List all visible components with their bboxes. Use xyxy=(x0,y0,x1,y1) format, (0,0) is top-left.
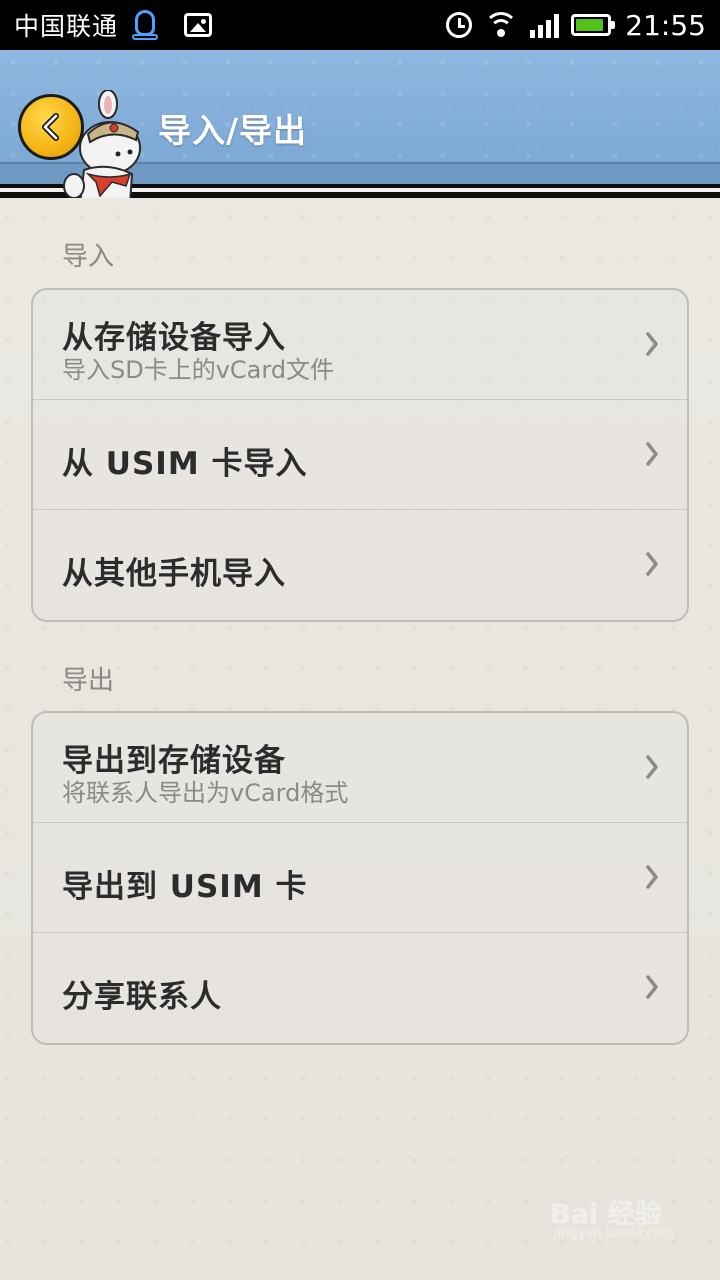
back-coin[interactable] xyxy=(18,94,84,160)
list-item-title: 从 USIM 卡导入 xyxy=(62,446,308,482)
status-right: 21:55 xyxy=(446,9,706,42)
list-item-export-storage[interactable]: 导出到存储设备 将联系人导出为vCard格式 xyxy=(33,713,687,823)
qq-notification-icon xyxy=(132,9,159,41)
list-item-subtitle: 将联系人导出为vCard格式 xyxy=(62,779,349,807)
list-item-subtitle: 导入SD卡上的vCard文件 xyxy=(62,356,335,384)
section-label-import: 导入 xyxy=(62,242,115,272)
chevron-right-icon xyxy=(646,865,658,889)
battery-icon xyxy=(571,14,616,36)
status-bar: 中国联通 21:55 xyxy=(0,0,720,50)
chevron-right-icon xyxy=(646,552,658,576)
list-item-title: 从其他手机导入 xyxy=(62,556,286,592)
clock: 21:55 xyxy=(625,8,706,42)
export-card: 导出到存储设备 将联系人导出为vCard格式 导出到 USIM 卡 分享联系人 xyxy=(31,711,689,1045)
section-label-export: 导出 xyxy=(62,666,115,696)
list-item-share-contacts[interactable]: 分享联系人 xyxy=(33,933,687,1043)
chevron-right-icon xyxy=(646,975,658,999)
page-title: 导入/导出 xyxy=(158,111,308,150)
list-item-import-usim[interactable]: 从 USIM 卡导入 xyxy=(33,400,687,510)
battery-fill xyxy=(576,19,604,31)
chevron-right-icon xyxy=(646,442,658,466)
chevron-left-icon xyxy=(42,113,59,141)
carrier-name: 中国联通 xyxy=(14,12,119,41)
list-item-import-other-phone[interactable]: 从其他手机导入 xyxy=(33,510,687,620)
header-bar: 导入/导出 xyxy=(0,50,720,198)
list-item-import-storage[interactable]: 从存储设备导入 导入SD卡上的vCard文件 xyxy=(33,290,687,400)
back-button[interactable] xyxy=(14,90,144,198)
list-item-title: 导出到 USIM 卡 xyxy=(62,869,308,905)
watermark-url: jingyan.baidu.com xyxy=(554,1226,674,1241)
wifi-icon xyxy=(484,12,519,38)
import-card: 从存储设备导入 导入SD卡上的vCard文件 从 USIM 卡导入 从其他手机导… xyxy=(31,288,689,622)
chevron-right-icon xyxy=(646,755,658,779)
signal-icon xyxy=(530,12,560,38)
list-item-export-usim[interactable]: 导出到 USIM 卡 xyxy=(33,823,687,933)
baidu-watermark: Bai 经验 jingyan.baidu.com xyxy=(550,1188,680,1248)
image-notification-icon xyxy=(184,13,213,37)
status-left: 中国联通 xyxy=(14,7,446,43)
chevron-right-icon xyxy=(646,332,658,356)
alarm-icon xyxy=(446,12,473,38)
list-item-title: 分享联系人 xyxy=(62,979,222,1015)
